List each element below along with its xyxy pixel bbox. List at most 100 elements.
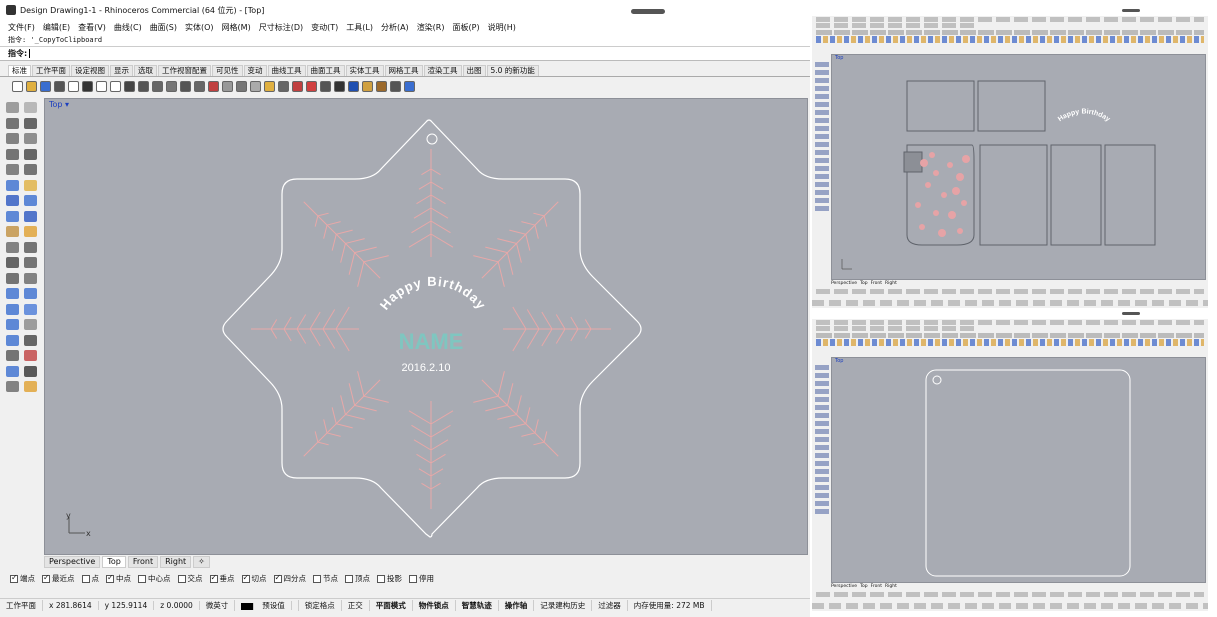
left-tool-icon-9[interactable] (24, 164, 37, 175)
osnap-checkbox-9[interactable] (313, 574, 321, 583)
view-tab-right[interactable]: Right (160, 556, 192, 568)
osnap-4[interactable]: 中心点 (138, 573, 171, 584)
osnap-12[interactable]: 停用 (409, 573, 434, 584)
command-line[interactable]: 指令: (0, 47, 810, 61)
osnap-3[interactable]: 中点 (106, 573, 131, 584)
drag-handle[interactable] (631, 9, 665, 14)
osnap-0[interactable]: 端点 (10, 573, 35, 584)
left-tool-icon-32[interactable] (6, 350, 19, 361)
osnap-checkbox-10[interactable] (345, 574, 353, 583)
side-1-view-tab-0[interactable]: Perspective (831, 281, 857, 286)
osnap-checkbox-4[interactable] (138, 574, 146, 583)
side-1-viewport[interactable]: Top Happy Birthday (831, 54, 1206, 280)
toolbar-icon-22[interactable] (320, 80, 331, 92)
menu-item-8[interactable]: 变动(T) (311, 22, 338, 33)
menu-item-12[interactable]: 面板(P) (453, 22, 480, 33)
osnap-checkbox-11[interactable] (377, 574, 385, 583)
toolbar-tab-2[interactable]: 设定视图 (71, 65, 109, 76)
command-input[interactable] (29, 49, 31, 58)
toolbar-icon-1[interactable] (26, 80, 37, 92)
menu-item-5[interactable]: 实体(O) (185, 22, 214, 33)
toolbar-icon-4[interactable] (68, 80, 79, 92)
toolbar-icon-9[interactable] (138, 80, 149, 92)
toolbar-icon-21[interactable] (306, 80, 317, 92)
view-tab-front[interactable]: Front (127, 556, 159, 568)
left-tool-icon-10[interactable] (6, 179, 19, 191)
left-tool-icon-34[interactable] (6, 365, 19, 377)
left-tool-icon-35[interactable] (24, 365, 37, 377)
side-2-drag-handle[interactable] (1122, 312, 1140, 315)
side-2-view-tab-3[interactable]: Right (885, 584, 897, 589)
osnap-6[interactable]: 垂点 (209, 573, 235, 584)
menu-item-7[interactable]: 尺寸标注(D) (259, 22, 303, 33)
osnap-checkbox-8[interactable] (273, 573, 282, 583)
status-toggle-7[interactable]: 过滤器 (592, 600, 628, 611)
left-tool-icon-8[interactable] (6, 164, 19, 175)
left-tool-icon-21[interactable] (24, 257, 37, 268)
left-tool-icon-6[interactable] (6, 148, 19, 160)
left-tool-icon-17[interactable] (24, 226, 37, 237)
left-tool-icon-4[interactable] (6, 133, 19, 144)
toolbar-icon-13[interactable] (194, 80, 205, 92)
toolbar-tab-13[interactable]: 出图 (462, 65, 486, 76)
menu-item-2[interactable]: 查看(V) (78, 22, 106, 33)
status-toggle-0[interactable]: 锁定格点 (299, 600, 342, 611)
toolbar-icon-10[interactable] (152, 80, 163, 92)
toolbar-icon-14[interactable] (208, 80, 219, 92)
left-tool-icon-27[interactable] (24, 303, 37, 315)
toolbar-tab-4[interactable]: 选取 (134, 65, 157, 76)
toolbar-icon-11[interactable] (166, 80, 177, 92)
toolbar-icon-5[interactable] (82, 80, 93, 92)
osnap-checkbox-7[interactable] (241, 573, 250, 583)
left-tool-icon-14[interactable] (6, 210, 19, 222)
left-tool-icon-18[interactable] (6, 241, 19, 253)
menu-item-9[interactable]: 工具(L) (346, 22, 373, 33)
side-1-view-tab-2[interactable]: Front (871, 281, 882, 286)
left-tool-icon-12[interactable] (6, 195, 19, 206)
toolbar-tab-12[interactable]: 渲染工具 (423, 65, 462, 76)
side-1-drag-handle[interactable] (1122, 9, 1140, 12)
toolbar-icon-23[interactable] (334, 80, 345, 92)
view-tab-perspective[interactable]: Perspective (44, 556, 101, 568)
add-view-tab-icon[interactable]: ✧ (193, 556, 210, 568)
osnap-checkbox-0[interactable] (10, 573, 18, 583)
toolbar-icon-26[interactable] (376, 80, 387, 92)
osnap-5[interactable]: 交点 (177, 573, 203, 584)
osnap-11[interactable]: 投影 (377, 573, 402, 584)
osnap-7[interactable]: 切点 (241, 573, 267, 584)
left-tool-icon-29[interactable] (24, 319, 37, 330)
menu-item-1[interactable]: 编辑(E) (43, 22, 70, 33)
left-tool-icon-28[interactable] (6, 319, 19, 330)
left-tool-icon-15[interactable] (24, 210, 37, 222)
osnap-checkbox-6[interactable] (209, 573, 218, 583)
status-toggle-5[interactable]: 操作轴 (499, 600, 535, 611)
toolbar-tab-3[interactable]: 显示 (110, 65, 133, 76)
toolbar-icon-24[interactable] (348, 80, 359, 92)
left-tool-icon-3[interactable] (24, 117, 37, 129)
menu-item-10[interactable]: 分析(A) (381, 22, 409, 33)
view-tab-top[interactable]: Top (102, 556, 126, 568)
left-tool-icon-1[interactable] (24, 102, 37, 113)
toolbar-icon-18[interactable] (264, 80, 275, 92)
status-toggle-1[interactable]: 正交 (342, 600, 370, 611)
menu-item-4[interactable]: 曲面(S) (150, 22, 177, 33)
toolbar-icon-19[interactable] (278, 80, 289, 92)
toolbar-tab-7[interactable]: 变动 (243, 65, 267, 76)
menu-item-13[interactable]: 说明(H) (488, 22, 516, 33)
left-tool-icon-0[interactable] (6, 102, 19, 113)
toolbar-tab-9[interactable]: 曲面工具 (306, 65, 345, 76)
toolbar-icon-16[interactable] (236, 80, 247, 92)
osnap-2[interactable]: 点 (81, 573, 99, 584)
toolbar-icon-6[interactable] (96, 80, 107, 92)
left-tool-icon-13[interactable] (24, 195, 37, 206)
left-tool-icon-5[interactable] (24, 133, 37, 144)
toolbar-tab-10[interactable]: 实体工具 (345, 65, 384, 76)
left-tool-icon-30[interactable] (6, 334, 19, 346)
side-2-viewport[interactable]: Top (831, 357, 1206, 583)
left-tool-icon-24[interactable] (6, 288, 19, 299)
toolbar-icon-28[interactable] (404, 80, 415, 92)
toolbar-tab-14[interactable]: 5.0 的新功能 (486, 65, 539, 76)
toolbar-icon-7[interactable] (110, 80, 121, 92)
toolbar-icon-2[interactable] (40, 80, 51, 92)
osnap-checkbox-1[interactable] (42, 573, 50, 583)
